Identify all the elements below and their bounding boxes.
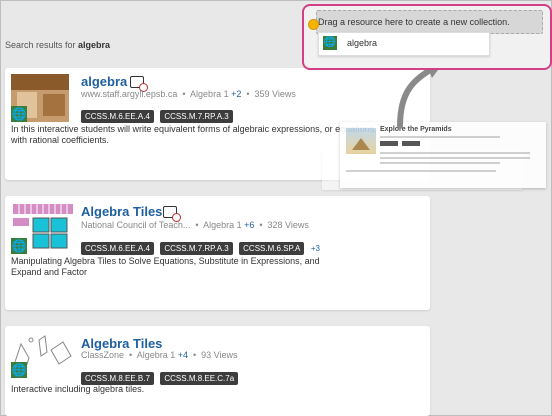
result-views: 359 Views (254, 89, 296, 99)
result-source: ClassZone (81, 350, 125, 360)
result-thumbnail[interactable]: 🌐 (11, 332, 77, 378)
globe-icon: 🌐 (11, 106, 27, 122)
result-source: National Council of Teach... (81, 220, 191, 230)
result-meta: National Council of Teach... • Algebra 1… (81, 220, 309, 230)
standard-tag[interactable]: CCSS.M.7.RP.A.3 (160, 242, 233, 255)
dropzone-instruction: Drag a resource here to create a new col… (318, 17, 510, 27)
dragged-resource-chip[interactable]: 🌐 algebra (318, 32, 490, 56)
globe-icon: 🌐 (11, 362, 27, 378)
flag-resource-icon[interactable] (163, 206, 181, 222)
result-subject[interactable]: Algebra 1 (190, 89, 229, 99)
ghost-tag (380, 141, 398, 146)
result-description: Manipulating Algebra Tiles to Solve Equa… (11, 256, 320, 277)
search-query: algebra (78, 40, 111, 50)
result-title[interactable]: algebra (81, 74, 127, 89)
result-card[interactable]: 🌐 Algebra Tiles National Council of Teac… (5, 196, 430, 310)
standards-tags: CCSS.M.6.EE.A.4 CCSS.M.7.RP.A.3 (81, 106, 235, 124)
result-title[interactable]: Algebra Tiles (81, 204, 162, 219)
search-results-header: Search results for algebra (5, 40, 110, 50)
ghost-desc-line (380, 152, 530, 154)
globe-icon: 🌐 (11, 238, 27, 254)
search-results-prefix: Search results for (5, 40, 76, 50)
result-meta: ClassZone • Algebra 1 +4 • 93 Views (81, 350, 238, 360)
result-card[interactable]: 🌐 Algebra Tiles ClassZone • Algebra 1 +4… (5, 326, 430, 416)
globe-icon: 🌐 (323, 36, 337, 50)
result-subject[interactable]: Algebra 1 (137, 350, 176, 360)
flag-resource-icon[interactable] (130, 76, 148, 92)
result-meta: www.staff.argyll.epsb.ca • Algebra 1 +2 … (81, 89, 296, 99)
result-source: www.staff.argyll.epsb.ca (81, 89, 178, 99)
ghost-meta-line (380, 136, 500, 138)
result-thumbnail[interactable]: 🌐 (11, 74, 69, 122)
result-views: 328 Views (267, 220, 309, 230)
ghost-desc-line (346, 170, 496, 172)
drag-ghost-card[interactable]: Explore the Pyramids (340, 122, 546, 188)
standards-tags: CCSS.M.6.EE.A.4 CCSS.M.7.RP.A.3 CCSS.M.6… (81, 238, 320, 256)
drag-indicator-dot (308, 19, 319, 30)
standard-tag[interactable]: CCSS.M.6.SP.A (239, 242, 305, 255)
result-views: 93 Views (201, 350, 238, 360)
result-more-subjects[interactable]: +2 (231, 89, 241, 99)
result-title[interactable]: Algebra Tiles (81, 336, 162, 351)
result-subject[interactable]: Algebra 1 (203, 220, 242, 230)
standard-tag[interactable]: CCSS.M.7.RP.A.3 (160, 110, 233, 123)
standard-tag[interactable]: CCSS.M.6.EE.A.4 (81, 242, 154, 255)
result-more-subjects[interactable]: +4 (178, 350, 188, 360)
dragged-resource-label: algebra (347, 38, 378, 48)
standard-tag[interactable]: CCSS.M.6.EE.A.4 (81, 110, 154, 123)
new-collection-dropzone[interactable]: Drag a resource here to create a new col… (302, 4, 552, 70)
result-thumbnail[interactable]: 🌐 (11, 202, 75, 254)
result-description: In this interactive students will write … (11, 124, 377, 145)
ghost-tag (402, 141, 420, 146)
pyramid-thumbnail (346, 128, 376, 154)
ghost-desc-line (380, 157, 530, 159)
result-description: Interactive including algebra tiles. (11, 384, 145, 394)
ghost-desc-line (380, 162, 500, 164)
result-more-subjects[interactable]: +6 (244, 220, 254, 230)
more-tags-link[interactable]: +3 (311, 244, 320, 253)
